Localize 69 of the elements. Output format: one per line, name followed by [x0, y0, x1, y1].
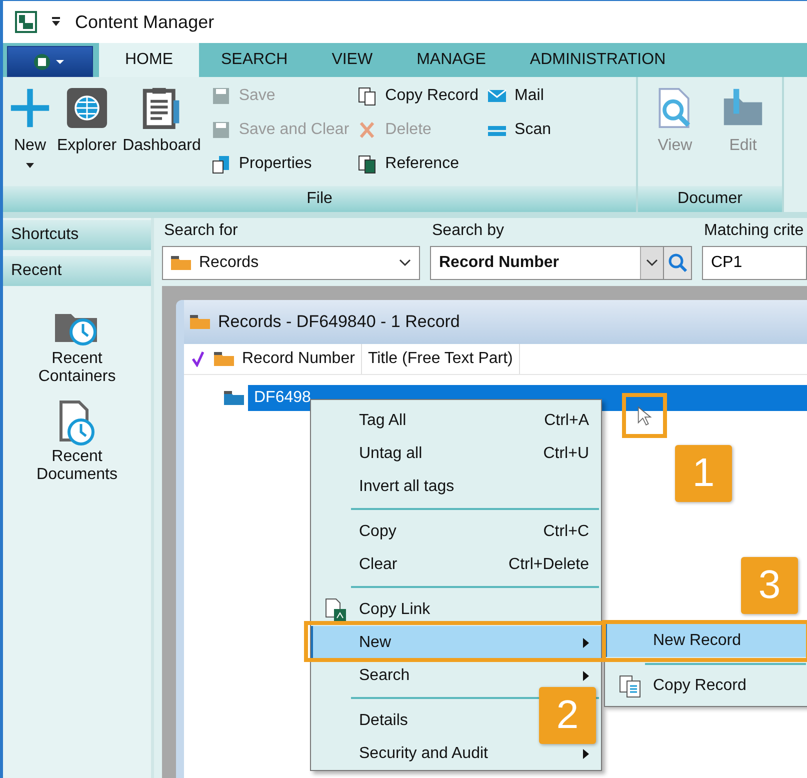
folder-icon — [171, 256, 191, 270]
folder-icon — [224, 391, 244, 405]
sidebar-item[interactable]: Recent Containers — [3, 292, 151, 390]
search-button[interactable] — [664, 246, 692, 280]
ribbon-button[interactable]: Dashboard — [120, 83, 203, 186]
window-title: Content Manager — [75, 12, 214, 32]
menu-item[interactable]: Copy — [359, 522, 396, 540]
column-header[interactable]: Record Number — [242, 350, 355, 368]
shortcut-label: Ctrl+Delete — [508, 556, 589, 574]
ribbon-tab[interactable]: MANAGE — [394, 43, 508, 77]
ribbon-small-button[interactable]: Mail — [486, 83, 551, 109]
dropdown-field[interactable]: Record Number — [430, 246, 664, 280]
menu-item[interactable]: Security and Audit — [359, 744, 488, 762]
folder-icon — [190, 315, 210, 329]
field-label: Search for — [163, 222, 239, 240]
menu-item[interactable]: Invert all tags — [359, 478, 454, 494]
check-icon — [192, 351, 204, 367]
field-label: Search by — [431, 222, 506, 240]
sidebar-header[interactable]: Recent — [3, 256, 151, 286]
group-label: Documer — [638, 186, 782, 212]
ribbon-button[interactable]: New — [7, 83, 53, 186]
step-badge: 3 — [741, 557, 798, 614]
ribbon-tab[interactable]: VIEW — [310, 43, 395, 77]
step-badge: 2 — [539, 687, 596, 744]
small-icon — [357, 86, 378, 106]
menu-item[interactable]: Copy Record — [605, 669, 807, 702]
globe-icon — [66, 87, 108, 129]
chevron-down-icon — [399, 259, 411, 267]
small-icon — [210, 120, 231, 140]
menu-item[interactable]: Copy Link — [359, 600, 430, 618]
menu-item[interactable]: Details — [359, 712, 408, 728]
group-label: File — [3, 186, 636, 212]
ribbon-tab[interactable]: ADMINISTRATION — [508, 43, 688, 77]
sidebar-header[interactable]: Shortcuts — [3, 220, 151, 250]
column-header[interactable]: Title (Free Text Part) — [368, 350, 513, 368]
cursor-icon — [636, 406, 652, 426]
menu-item[interactable]: New Record — [605, 624, 807, 657]
ribbon-small-button[interactable]: Properties — [210, 151, 350, 177]
sidebar-item[interactable]: Recent Documents — [3, 390, 151, 488]
menu-item[interactable]: Untag all — [359, 444, 422, 462]
search-icon — [668, 253, 688, 273]
ribbon-tab[interactable]: SEARCH — [199, 43, 310, 77]
ribbon-small-button[interactable]: Copy Record — [357, 83, 479, 109]
dropdown-field[interactable]: Records — [162, 246, 420, 280]
ribbon-small-button[interactable]: Reference — [357, 151, 479, 177]
step-badge: 1 — [675, 445, 732, 502]
shortcut-label: Ctrl+C — [543, 522, 589, 540]
ribbon-tab[interactable]: HOME — [99, 43, 199, 77]
menu-item[interactable]: New — [311, 626, 601, 659]
ribbon-button[interactable]: Explorer — [55, 83, 119, 186]
chevron-down-icon — [646, 259, 658, 267]
table-cell: DF6498 — [254, 389, 311, 407]
small-icon — [357, 154, 378, 174]
criteria-input[interactable]: CP1 — [702, 246, 807, 280]
menu-item[interactable]: Clear — [359, 556, 398, 572]
app-menu-button[interactable] — [7, 46, 93, 77]
folder-icon — [214, 352, 234, 366]
menu-item[interactable]: Search — [359, 666, 410, 684]
menu-item[interactable]: Tag All — [359, 412, 406, 428]
results-title: Records - DF649840 - 1 Record — [218, 312, 460, 332]
quick-access-dropdown-icon[interactable] — [51, 16, 61, 28]
shortcut-label: Ctrl+A — [544, 412, 589, 430]
field-label: Matching crite — [703, 222, 805, 240]
ribbon-small-button[interactable]: Scan — [486, 117, 551, 143]
app-logo-icon — [15, 11, 37, 33]
small-icon — [210, 86, 231, 106]
shortcut-label: Ctrl+U — [543, 444, 589, 462]
plus-icon — [9, 87, 51, 129]
small-icon — [210, 154, 231, 174]
